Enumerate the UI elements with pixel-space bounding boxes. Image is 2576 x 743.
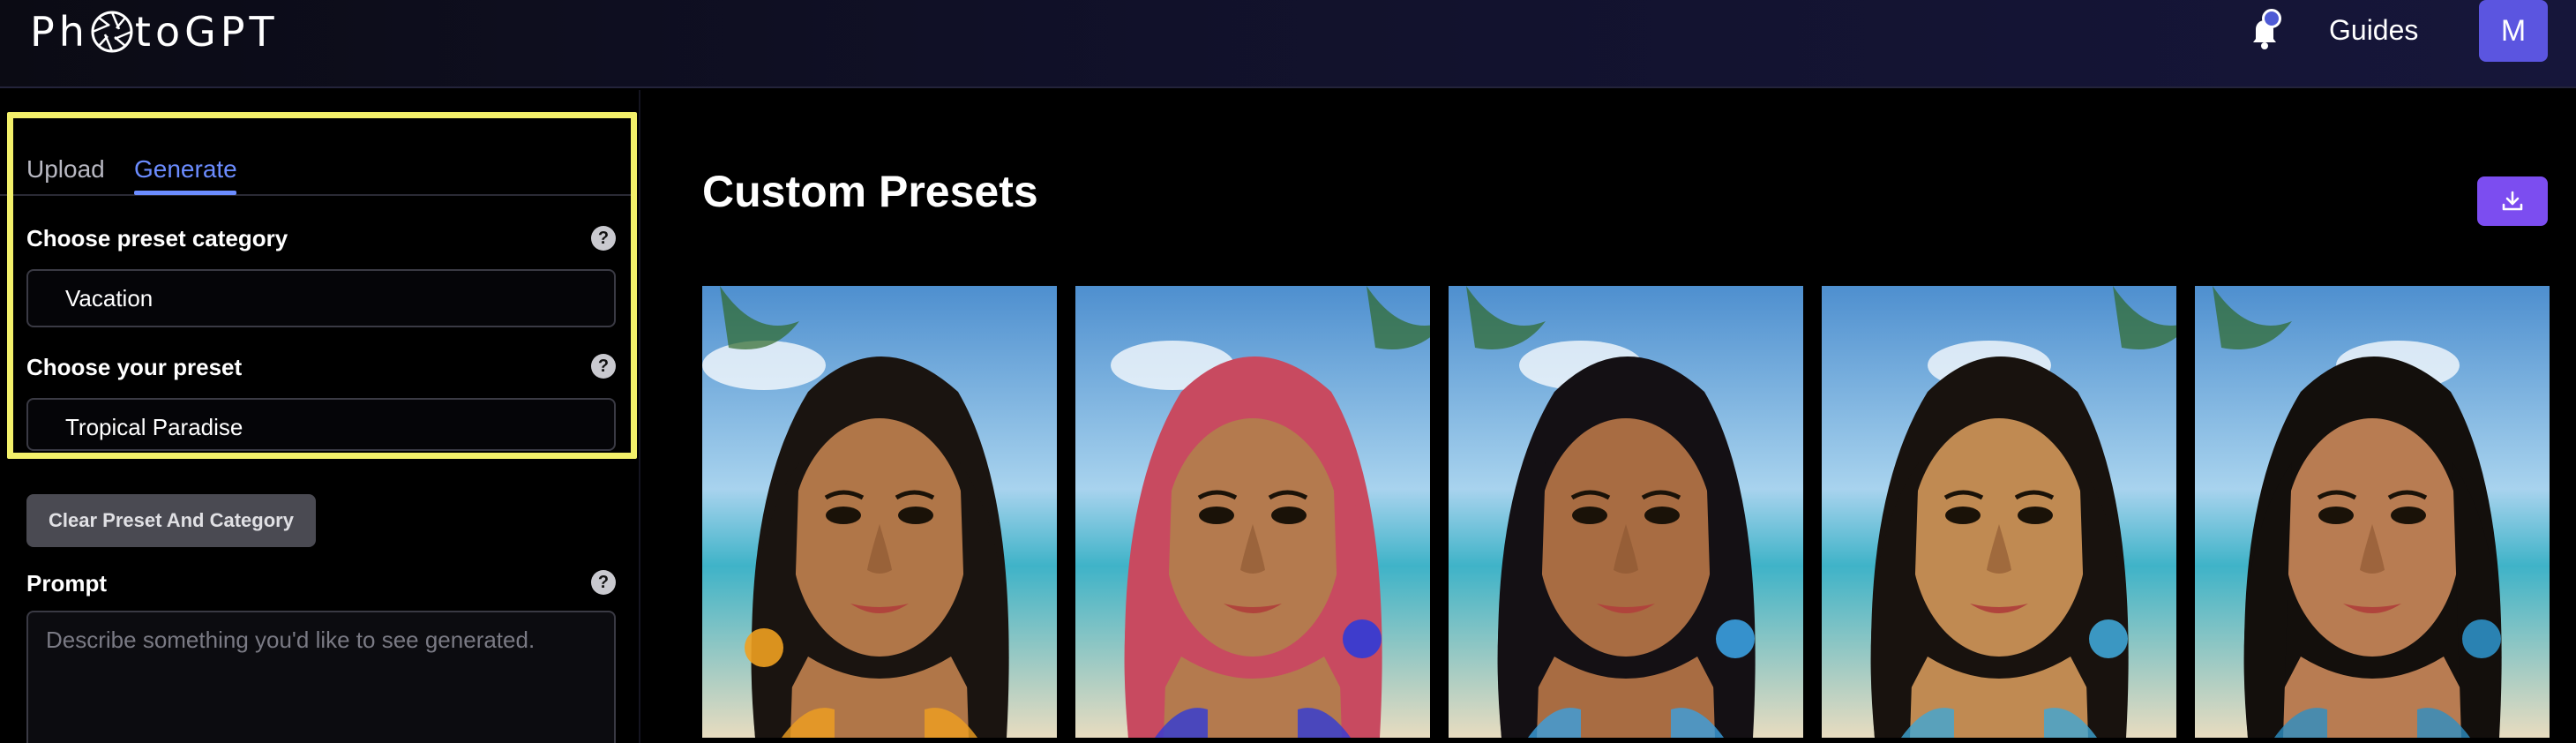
notification-badge — [2262, 9, 2281, 28]
preset-help-icon[interactable]: ? — [591, 354, 616, 379]
preset-category-select[interactable]: Vacation — [26, 269, 616, 327]
prompt-label: Prompt — [26, 570, 107, 597]
active-tab-indicator — [134, 191, 236, 195]
preset-value: Tropical Paradise — [65, 414, 243, 440]
user-avatar[interactable]: M — [2479, 0, 2548, 62]
preset-image-4[interactable] — [1822, 286, 2176, 738]
tab-generate[interactable]: Generate — [134, 150, 237, 189]
guides-link[interactable]: Guides — [2329, 11, 2418, 49]
preset-image-2[interactable] — [1075, 286, 1430, 738]
brand-logo-text-right: toGPT — [134, 8, 279, 56]
tab-upload[interactable]: Upload — [26, 150, 105, 189]
preset-image-3[interactable] — [1449, 286, 1803, 738]
category-help-icon[interactable]: ? — [591, 226, 616, 251]
top-navigation-bar: Ph toGPT Guides M — [0, 0, 2576, 88]
page-title: Custom Presets — [702, 167, 1038, 216]
aperture-icon — [91, 11, 133, 53]
preset-image-1[interactable] — [702, 286, 1057, 738]
mode-tabs: Upload Generate — [0, 146, 633, 196]
prompt-input[interactable] — [26, 611, 616, 743]
preset-category-label: Choose preset category — [26, 225, 288, 251]
preset-select[interactable]: Tropical Paradise — [26, 398, 616, 451]
download-button[interactable] — [2477, 176, 2548, 226]
download-icon — [2502, 191, 2523, 211]
prompt-help-icon[interactable]: ? — [591, 570, 616, 595]
clear-preset-button[interactable]: Clear Preset And Category — [26, 494, 316, 547]
notifications-button[interactable] — [2244, 9, 2285, 51]
brand-logo-text-left: Ph — [30, 8, 89, 56]
preset-category-value: Vacation — [65, 285, 154, 311]
preset-label: Choose your preset — [26, 354, 243, 380]
preset-image-grid — [702, 286, 2550, 743]
brand-logo[interactable]: Ph toGPT — [30, 5, 279, 58]
preset-image-5[interactable] — [2195, 286, 2550, 738]
